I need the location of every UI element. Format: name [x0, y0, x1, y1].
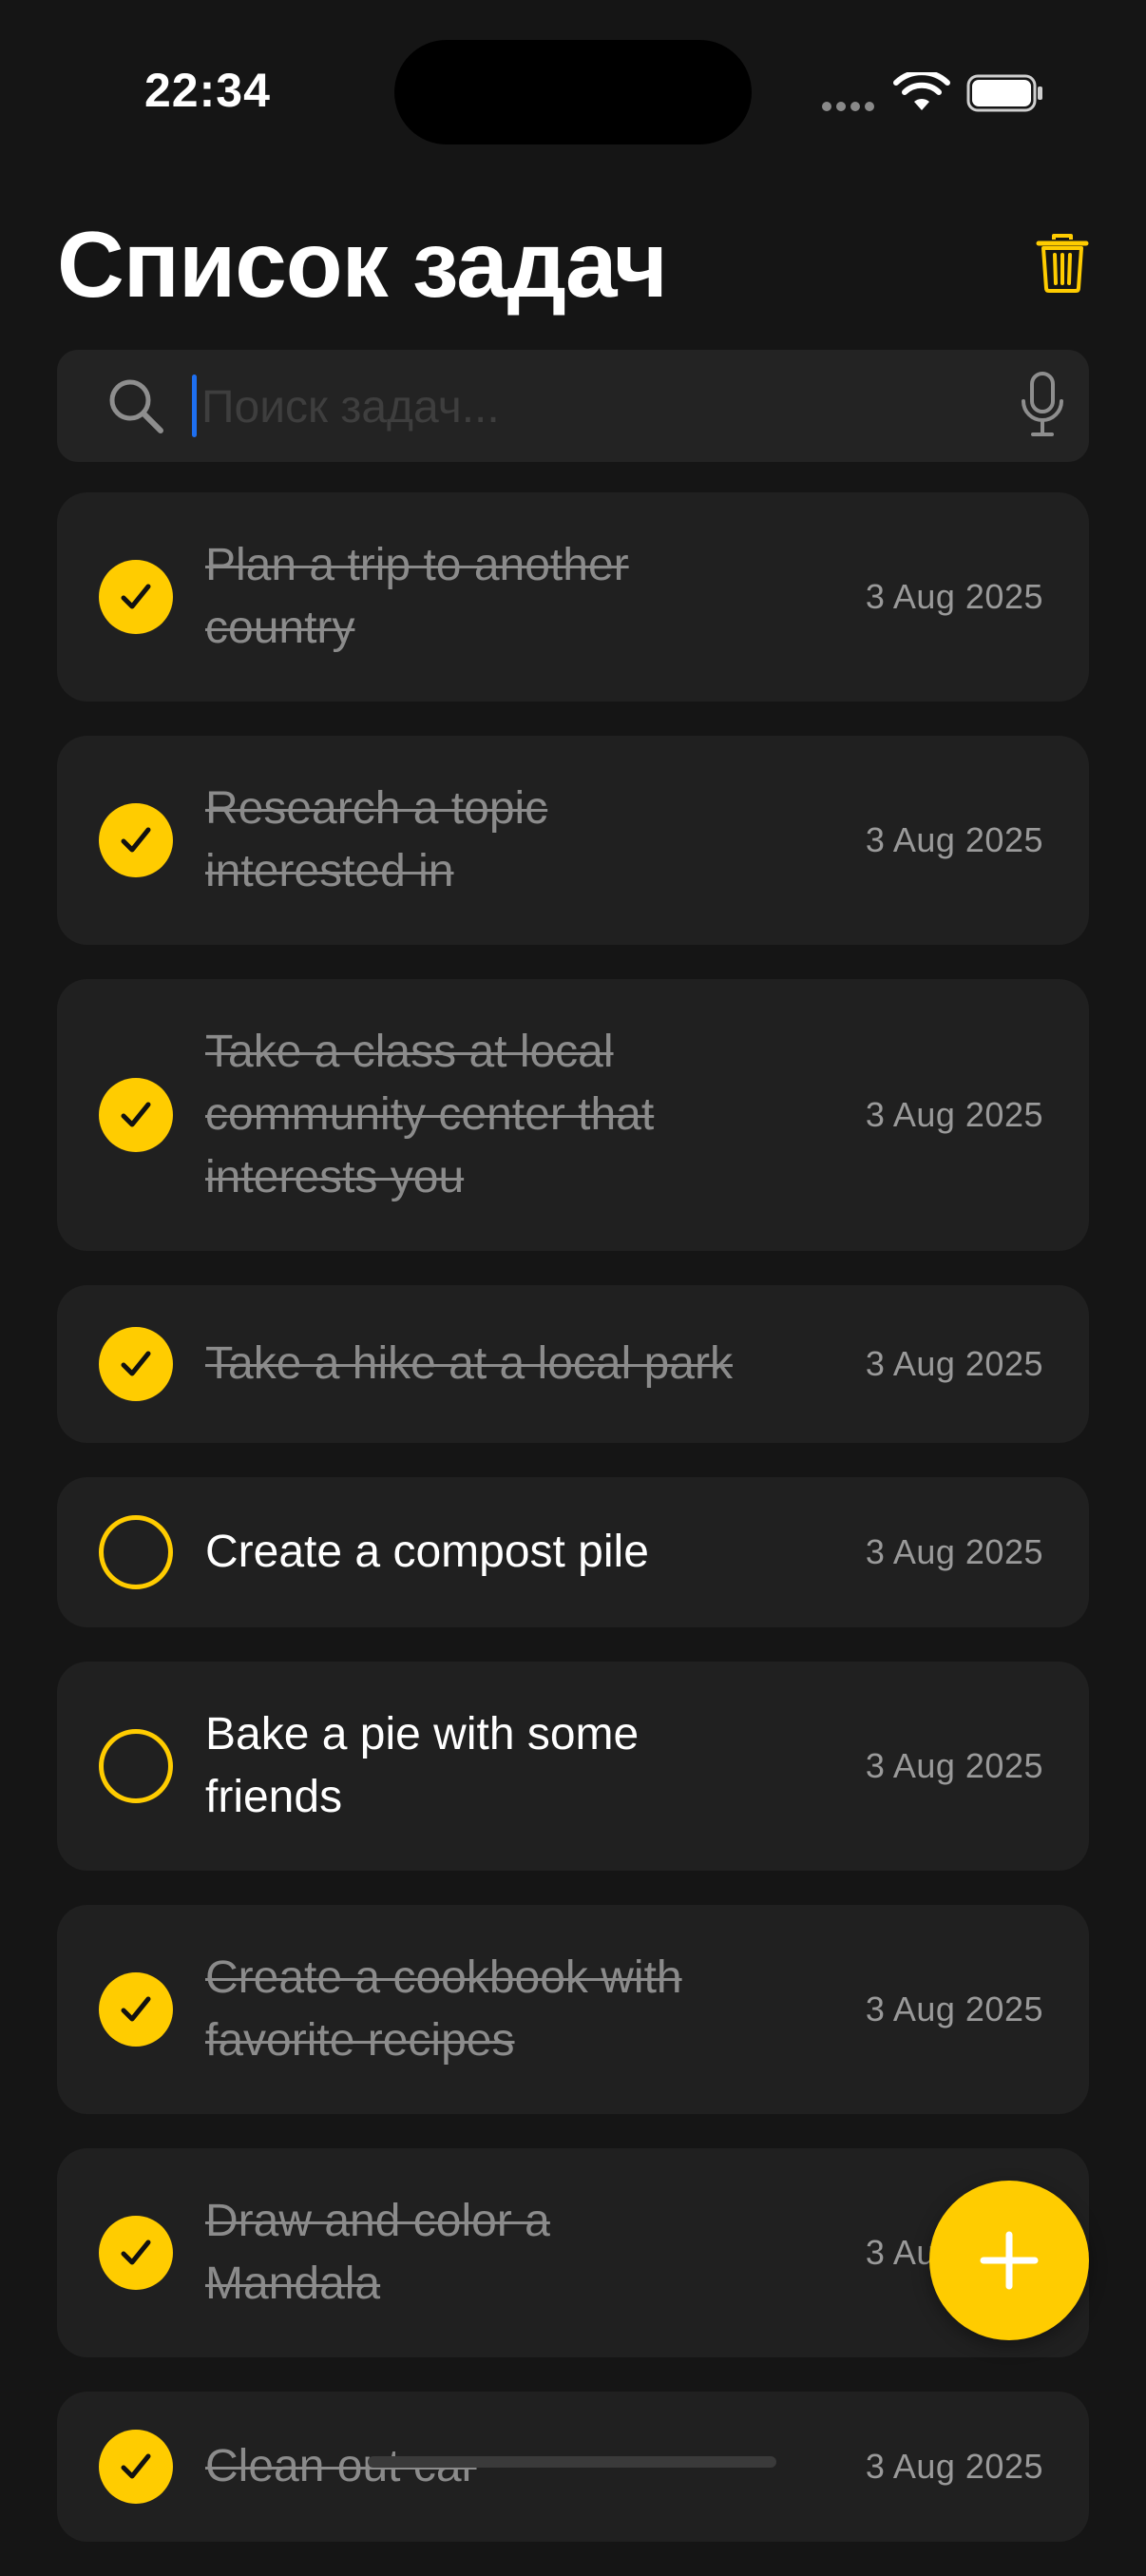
plus-icon — [980, 2231, 1039, 2290]
page-title: Список задач — [57, 212, 668, 317]
task-card[interactable]: Take a class at local community center t… — [57, 979, 1089, 1251]
checkbox-checked[interactable] — [99, 2216, 173, 2290]
trash-icon — [1036, 234, 1089, 293]
task-title: Bake a pie with some friends — [205, 1709, 640, 1822]
checkmark-icon — [121, 2453, 151, 2479]
checkmark-icon — [121, 584, 151, 609]
checkmark-icon — [121, 1996, 151, 2022]
task-card[interactable]: Research a topic interested in 3 Aug 2025 — [57, 736, 1089, 945]
checkbox-unchecked[interactable] — [99, 1515, 173, 1589]
task-date: 3 Aug 2025 — [865, 577, 1043, 616]
dynamic-island — [394, 40, 752, 144]
text-cursor — [192, 375, 197, 437]
task-title: Create a cookbook with favorite recipes — [205, 1952, 682, 2066]
home-indicator — [368, 2456, 776, 2468]
task-date: 3 Aug 2025 — [865, 820, 1043, 859]
task-title: Plan a trip to another country — [205, 540, 629, 653]
task-card[interactable]: Bake a pie with some friends 3 Aug 2025 — [57, 1662, 1089, 1871]
task-date: 3 Aug 2025 — [865, 1990, 1043, 2028]
task-date: 3 Aug 2025 — [865, 1532, 1043, 1571]
task-title: Create a compost pile — [205, 1527, 649, 1577]
cellular-signal-icon — [822, 99, 879, 111]
task-title: Draw and color a Mandala — [205, 2196, 550, 2309]
task-title: Research a topic interested in — [205, 783, 548, 896]
task-card[interactable]: Take a hike at a local park 3 Aug 2025 — [57, 1285, 1089, 1443]
checkbox-checked[interactable] — [99, 1972, 173, 2047]
checkbox-checked[interactable] — [99, 560, 173, 634]
checkbox-unchecked[interactable] — [99, 1729, 173, 1803]
checkmark-icon — [121, 1351, 151, 1376]
task-title: Take a hike at a local park — [205, 1338, 733, 1389]
checkbox-checked[interactable] — [99, 1327, 173, 1401]
checkmark-icon — [121, 827, 151, 853]
task-card[interactable]: Create a cookbook with favorite recipes 3… — [57, 1905, 1089, 2114]
task-date: 3 Aug 2025 — [865, 2447, 1043, 2486]
status-bar: 22:34 — [0, 0, 1146, 171]
add-task-button[interactable] — [929, 2181, 1089, 2340]
task-card[interactable]: Create a compost pile 3 Aug 2025 — [57, 1477, 1089, 1627]
wifi-icon — [893, 72, 950, 110]
checkbox-checked[interactable] — [99, 2430, 173, 2504]
task-date: 3 Aug 2025 — [865, 1746, 1043, 1785]
checkbox-checked[interactable] — [99, 803, 173, 877]
search-icon — [109, 379, 163, 433]
task-date: 3 Aug 2025 — [865, 1344, 1043, 1383]
microphone-icon[interactable] — [1019, 371, 1066, 439]
battery-icon — [966, 74, 1042, 112]
task-card[interactable]: Plan a trip to another country 3 Aug 2025 — [57, 492, 1089, 702]
checkbox-checked[interactable] — [99, 1078, 173, 1152]
delete-completed-button[interactable] — [1036, 234, 1089, 293]
task-title: Take a class at local community center t… — [205, 1027, 655, 1202]
checkmark-icon — [121, 1102, 151, 1127]
status-time: 22:34 — [144, 64, 271, 117]
task-date: 3 Aug 2025 — [865, 1095, 1043, 1134]
search-bar — [57, 350, 1089, 462]
checkmark-icon — [121, 2240, 151, 2265]
search-input[interactable] — [200, 369, 1002, 445]
